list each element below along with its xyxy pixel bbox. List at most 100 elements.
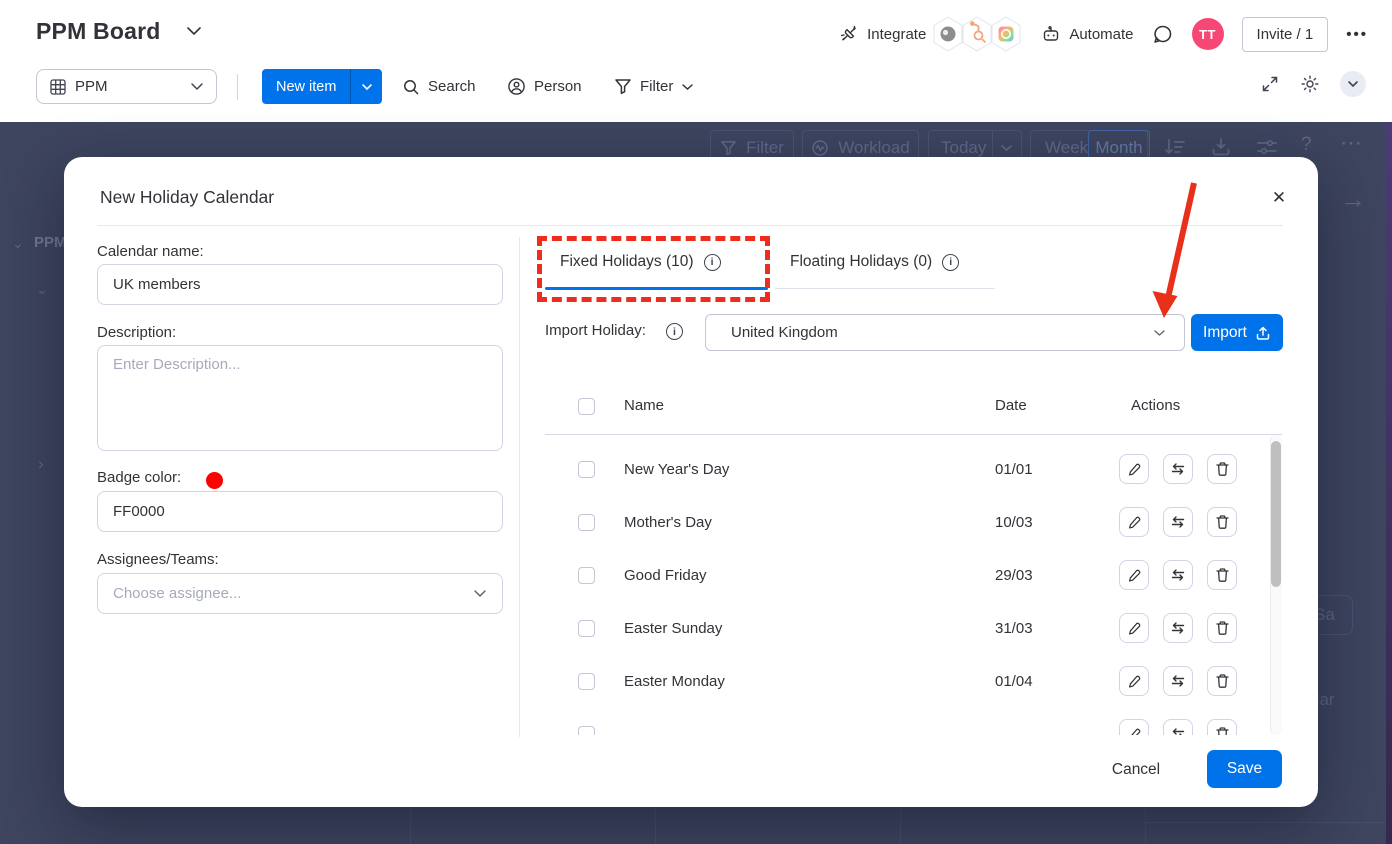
info-icon[interactable]: i xyxy=(942,254,959,271)
row-checkbox[interactable] xyxy=(578,673,595,690)
move-holiday-button[interactable] xyxy=(1163,507,1193,537)
row-checkbox[interactable] xyxy=(578,620,595,637)
collapse-header-chevron-icon[interactable] xyxy=(1340,71,1366,97)
assignee-placeholder: Choose assignee... xyxy=(113,585,241,602)
edit-holiday-button[interactable] xyxy=(1119,454,1149,484)
row-checkbox[interactable] xyxy=(578,726,595,735)
calendar-name-label: Calendar name: xyxy=(97,243,204,260)
country-selected-value: United Kingdom xyxy=(731,324,838,341)
settings-sliders-icon xyxy=(1255,136,1279,158)
close-icon[interactable]: ✕ xyxy=(1266,185,1292,211)
toolbar-divider xyxy=(237,74,238,100)
export-download-icon xyxy=(1210,136,1232,158)
new-item-dropdown-chevron-icon[interactable] xyxy=(350,69,382,104)
help-question-icon: ? xyxy=(1301,134,1312,156)
holiday-date: 31/03 xyxy=(995,620,1033,637)
header-more-button[interactable]: ••• xyxy=(1346,26,1368,43)
board-column-line xyxy=(900,807,901,844)
edit-holiday-button[interactable] xyxy=(1119,613,1149,643)
pencil-icon xyxy=(1127,515,1142,530)
gradient-app-badge-icon xyxy=(989,16,1023,52)
board-view-select[interactable]: PPM xyxy=(36,69,217,104)
save-button[interactable]: Save xyxy=(1207,750,1282,788)
country-select[interactable]: United Kingdom xyxy=(705,314,1185,351)
cancel-button[interactable]: Cancel xyxy=(1096,755,1176,785)
assignee-select[interactable]: Choose assignee... xyxy=(97,573,503,614)
screen: PPM Board Integrate xyxy=(0,0,1392,844)
description-textarea[interactable] xyxy=(97,345,503,451)
holiday-name: Easter Monday xyxy=(624,673,725,690)
move-holiday-button[interactable] xyxy=(1163,454,1193,484)
column-actions: Actions xyxy=(1131,397,1180,414)
upload-icon xyxy=(1255,325,1271,341)
board-title[interactable]: PPM Board xyxy=(36,18,160,45)
row-checkbox[interactable] xyxy=(578,567,595,584)
pencil-icon xyxy=(1127,727,1142,736)
delete-holiday-button[interactable] xyxy=(1207,666,1237,696)
filter-label: Filter xyxy=(640,78,673,95)
row-actions xyxy=(1119,454,1237,484)
automate-robot-icon xyxy=(1041,24,1061,44)
board-more-icon: ⋯ xyxy=(1340,130,1363,156)
select-all-checkbox[interactable] xyxy=(578,398,595,415)
trash-icon xyxy=(1215,461,1230,477)
holiday-name: Easter Sunday xyxy=(624,620,722,637)
integration-app-badges[interactable] xyxy=(936,16,1023,52)
trash-icon xyxy=(1215,673,1230,689)
delete-holiday-button[interactable] xyxy=(1207,507,1237,537)
fullscreen-icon[interactable] xyxy=(1260,74,1280,94)
import-holiday-label: Import Holiday: xyxy=(545,322,646,339)
person-filter-button[interactable]: Person xyxy=(507,69,582,104)
calendar-name-input[interactable] xyxy=(97,264,503,305)
table-row: Mother's Day 10/03 xyxy=(545,496,1270,549)
pencil-icon xyxy=(1127,568,1142,583)
table-row xyxy=(545,708,1270,735)
settings-gear-icon[interactable] xyxy=(1300,74,1320,94)
swap-arrows-icon xyxy=(1170,674,1186,688)
delete-holiday-button[interactable] xyxy=(1207,613,1237,643)
header-actions: Integrate xyxy=(839,14,1368,54)
integrate-plug-icon xyxy=(839,24,859,44)
chat-bubble-icon[interactable] xyxy=(1152,23,1174,45)
edit-holiday-button[interactable] xyxy=(1119,560,1149,590)
info-icon[interactable]: i xyxy=(666,323,683,340)
invite-button[interactable]: Invite / 1 xyxy=(1242,17,1329,52)
avatar[interactable]: TT xyxy=(1192,18,1224,50)
filter-button[interactable]: Filter xyxy=(614,69,694,104)
tab-floating-holidays[interactable]: Floating Holidays (0) i xyxy=(790,253,959,271)
row-checkbox[interactable] xyxy=(578,514,595,531)
new-item-split-button[interactable]: New item xyxy=(262,69,382,104)
background-right-arrow-icon: → xyxy=(1340,184,1366,215)
badge-color-input[interactable] xyxy=(97,491,503,532)
move-holiday-button[interactable] xyxy=(1163,666,1193,696)
view-controls xyxy=(1260,71,1366,97)
pencil-icon xyxy=(1127,462,1142,477)
delete-holiday-button[interactable] xyxy=(1207,560,1237,590)
edit-holiday-button[interactable] xyxy=(1119,507,1149,537)
move-holiday-button[interactable] xyxy=(1163,560,1193,590)
modal-column-divider xyxy=(519,237,520,737)
delete-holiday-button[interactable] xyxy=(1207,719,1237,735)
automate-button[interactable]: Automate xyxy=(1041,24,1133,44)
app-header: PPM Board Integrate xyxy=(0,0,1392,122)
edit-holiday-button[interactable] xyxy=(1119,666,1149,696)
search-button[interactable]: Search xyxy=(402,69,476,104)
integrate-button[interactable]: Integrate xyxy=(839,24,926,44)
move-holiday-button[interactable] xyxy=(1163,613,1193,643)
search-label: Search xyxy=(428,78,476,95)
holiday-name: Good Friday xyxy=(624,567,707,584)
row-checkbox[interactable] xyxy=(578,461,595,478)
modal-header-divider xyxy=(97,225,1283,226)
move-holiday-button[interactable] xyxy=(1163,719,1193,735)
edit-holiday-button[interactable] xyxy=(1119,719,1149,735)
new-item-label[interactable]: New item xyxy=(262,69,350,104)
funnel-icon xyxy=(614,78,632,95)
board-title-chevron-icon[interactable] xyxy=(186,26,202,36)
import-button[interactable]: Import xyxy=(1191,314,1283,351)
holiday-date: 29/03 xyxy=(995,567,1033,584)
funnel-icon xyxy=(720,140,737,156)
table-scrollbar-thumb[interactable] xyxy=(1271,441,1281,587)
delete-holiday-button[interactable] xyxy=(1207,454,1237,484)
holiday-name: Mother's Day xyxy=(624,514,712,531)
trash-icon xyxy=(1215,620,1230,636)
